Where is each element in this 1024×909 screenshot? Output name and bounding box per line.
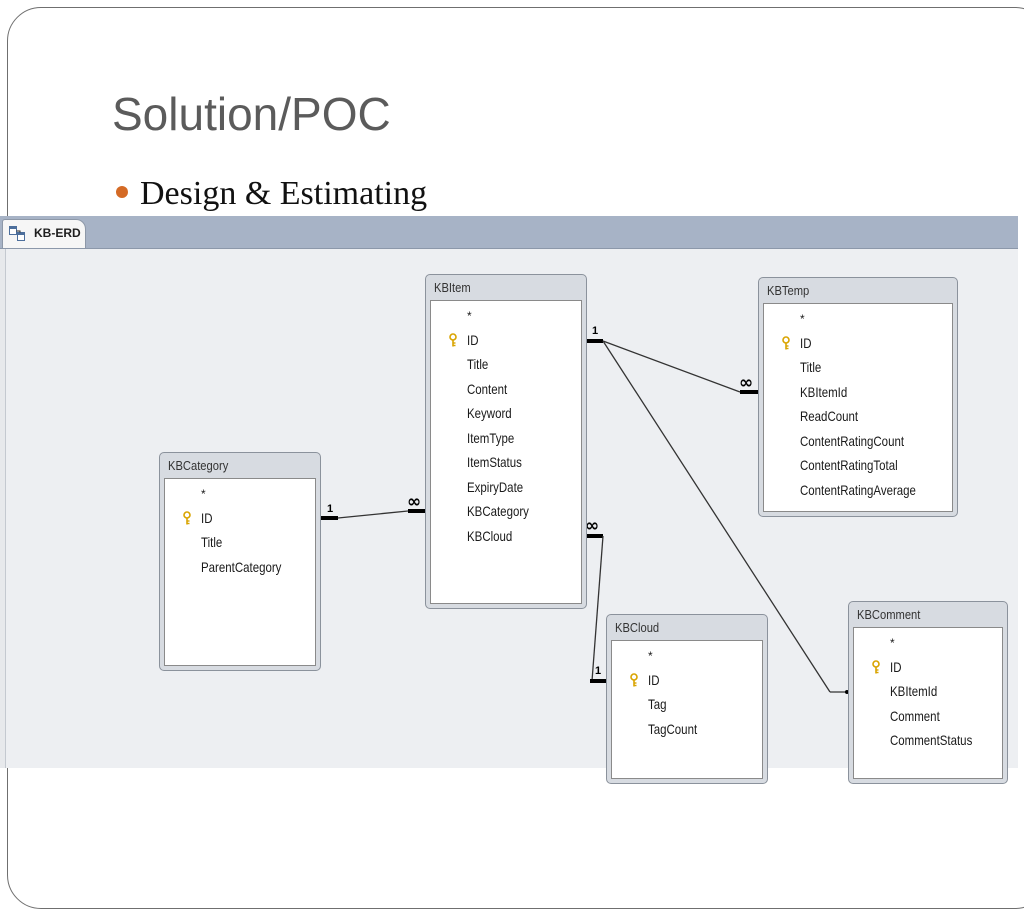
primary-key-icon — [449, 332, 457, 346]
field-parentcategory[interactable]: ParentCategory — [165, 555, 315, 580]
bullet-item: Design & Estimating — [116, 172, 427, 216]
field-list-panel: * ID Title KBItemId ReadCount ContentRat… — [763, 303, 953, 512]
bullet-dot-icon — [116, 186, 128, 199]
field-id[interactable]: ID — [612, 668, 762, 693]
field-tagcount[interactable]: TagCount — [612, 717, 762, 742]
primary-key-icon — [782, 335, 790, 349]
field-kbcloud[interactable]: KBCloud — [431, 524, 581, 549]
primary-key-icon — [630, 672, 638, 686]
field-contentratingcount[interactable]: ContentRatingCount — [764, 429, 952, 454]
document-tab-strip: KB-ERD — [0, 216, 1018, 249]
table-title: KBCategory — [168, 458, 229, 473]
table-kbcloud[interactable]: KBCloud * ID Tag TagCount — [606, 614, 768, 784]
field-expirydate[interactable]: ExpiryDate — [431, 475, 581, 500]
field-id[interactable]: ID — [165, 506, 315, 531]
field-comment[interactable]: Comment — [854, 704, 1002, 729]
field-list-panel: * ID KBItemId Comment CommentStatus — [853, 627, 1003, 779]
field-all-columns[interactable]: * — [165, 481, 315, 506]
table-kbcategory[interactable]: KBCategory * ID Title ParentCategory — [159, 452, 321, 671]
field-itemstatus[interactable]: ItemStatus — [431, 450, 581, 475]
field-keyword[interactable]: Keyword — [431, 401, 581, 426]
field-content[interactable]: Content — [431, 377, 581, 402]
field-id[interactable]: ID — [854, 655, 1002, 680]
slide-title: Solution/POC — [112, 88, 391, 140]
field-itemtype[interactable]: ItemType — [431, 426, 581, 451]
table-kbtemp[interactable]: KBTemp * ID Title KBItemId ReadCount Con… — [758, 277, 958, 517]
primary-key-icon — [183, 510, 191, 524]
field-contentratingaverage[interactable]: ContentRatingAverage — [764, 478, 952, 503]
relationships-icon — [9, 226, 25, 241]
field-list-panel: * ID Title Content Keyword ItemType Item… — [430, 300, 582, 604]
field-all-columns[interactable]: * — [764, 306, 952, 331]
tab-kb-erd[interactable]: KB-ERD — [2, 219, 86, 248]
field-id[interactable]: ID — [431, 328, 581, 353]
bullet-text: Design & Estimating — [140, 175, 428, 212]
field-readcount[interactable]: ReadCount — [764, 404, 952, 429]
table-title: KBItem — [434, 280, 471, 295]
field-tag[interactable]: Tag — [612, 692, 762, 717]
field-id[interactable]: ID — [764, 331, 952, 356]
field-kbcategory[interactable]: KBCategory — [431, 499, 581, 524]
field-all-columns[interactable]: * — [854, 630, 1002, 655]
table-title: KBCloud — [615, 620, 660, 635]
table-title: KBTemp — [767, 283, 810, 298]
field-title[interactable]: Title — [431, 352, 581, 377]
field-title[interactable]: Title — [165, 530, 315, 555]
field-kbitemid[interactable]: KBItemId — [764, 380, 952, 405]
field-kbitemid[interactable]: KBItemId — [854, 679, 1002, 704]
field-list-panel: * ID Title ParentCategory — [164, 478, 316, 666]
field-all-columns[interactable]: * — [612, 643, 762, 668]
table-kbitem[interactable]: KBItem * ID Title Content Keyword ItemTy… — [425, 274, 587, 609]
field-title[interactable]: Title — [764, 355, 952, 380]
table-title: KBComment — [857, 607, 921, 622]
field-list-panel: * ID Tag TagCount — [611, 640, 763, 779]
field-contentratingtotal[interactable]: ContentRatingTotal — [764, 453, 952, 478]
primary-key-icon — [872, 659, 880, 673]
tab-label: KB-ERD — [34, 226, 81, 240]
field-all-columns[interactable]: * — [431, 303, 581, 328]
table-kbcomment[interactable]: KBComment * ID KBItemId Comment CommentS… — [848, 601, 1008, 784]
field-commentstatus[interactable]: CommentStatus — [854, 728, 1002, 753]
